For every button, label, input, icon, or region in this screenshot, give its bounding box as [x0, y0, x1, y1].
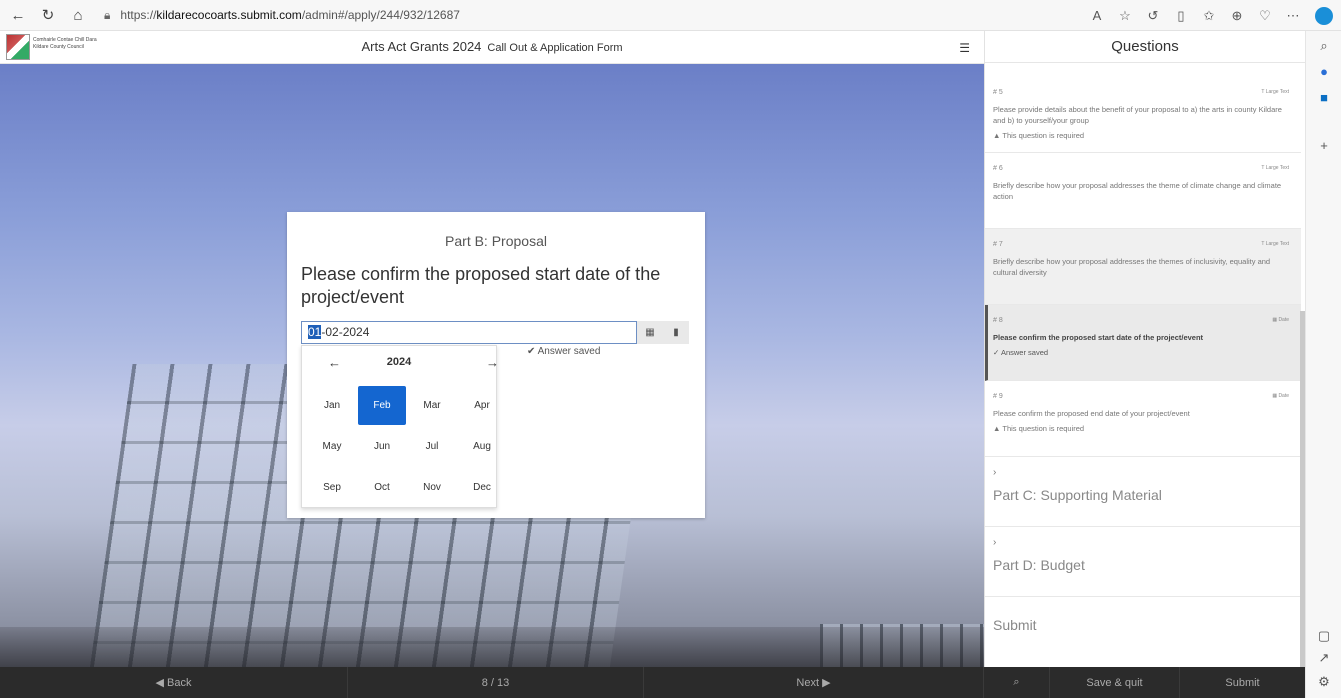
month-dec[interactable]: Dec [458, 468, 506, 507]
question-item-9[interactable]: # 9 ▦ Date Please confirm the proposed e… [985, 381, 1301, 457]
app-header: Comhairle Contae Chill Dara Kildare Coun… [0, 31, 984, 64]
month-may[interactable]: May [308, 427, 356, 466]
sidebar-toggle-icon[interactable]: ▢ [1315, 627, 1333, 645]
shopping-icon[interactable]: ● [1315, 63, 1333, 81]
date-input[interactable]: 01-02-2024 [301, 321, 637, 344]
collections-icon[interactable]: ⊕ [1223, 8, 1251, 24]
month-jan[interactable]: Jan [308, 386, 356, 425]
large-text-icon: T Large Text [1261, 241, 1289, 247]
next-button[interactable]: Next ▶ [644, 667, 984, 698]
settings-gear-icon[interactable]: ⚙ [1315, 673, 1333, 691]
month-aug[interactable]: Aug [458, 427, 506, 466]
favorite-star-icon[interactable]: ☆ [1111, 8, 1139, 24]
questions-panel: Questions # 5 T Large Text Please provid… [984, 31, 1305, 667]
check-icon: ✓ Answer saved [993, 348, 1049, 357]
question-item-6[interactable]: # 6 T Large Text Briefly describe how yo… [985, 153, 1301, 229]
month-nov[interactable]: Nov [408, 468, 456, 507]
progress-indicator: 8 / 13 [348, 667, 644, 698]
footer-bar: ◀ Back 8 / 13 Next ▶ ⌕ Save & quit Submi… [0, 667, 1305, 698]
lock-icon: 🔒︎ [104, 7, 111, 22]
home-icon[interactable]: ⌂ [66, 3, 90, 27]
month-picker: ← 2024 → Jan Feb Mar Apr May Jun Jul Aug Sep Oct N… [301, 345, 499, 509]
month-jun[interactable]: Jun [358, 427, 406, 466]
warning-icon: ▲ This question is required [993, 424, 1085, 433]
section-part-c[interactable]: › Part C: Supporting Material [985, 457, 1301, 527]
scrollbar[interactable] [1300, 311, 1305, 667]
month-mar[interactable]: Mar [408, 386, 456, 425]
address-bar[interactable]: 🔒︎ https://kildarecocoarts.submit.com/ad… [104, 4, 804, 26]
warning-icon: ▲ This question is required [993, 131, 1085, 140]
next-year-icon[interactable]: → [486, 355, 499, 370]
url-host: kildarecocoarts.submit.com [156, 8, 302, 22]
url-prefix: https:// [120, 8, 157, 22]
date-icon: ▦ Date [1272, 317, 1289, 323]
submit-section[interactable]: Submit [985, 597, 1301, 647]
chevron-right-icon: › [993, 467, 997, 478]
large-text-icon: T Large Text [1261, 89, 1289, 95]
date-day-selection: 01 [308, 325, 322, 339]
performance-icon[interactable]: ♡ [1251, 8, 1279, 24]
back-button[interactable]: ◀ Back [0, 667, 348, 698]
questions-list: # 5 T Large Text Please provide details … [985, 77, 1301, 647]
picker-year[interactable]: 2024 [302, 356, 496, 368]
question-item-5[interactable]: # 5 T Large Text Please provide details … [985, 77, 1301, 153]
month-feb[interactable]: Feb [358, 386, 406, 425]
trash-icon[interactable]: ▮ [663, 321, 689, 344]
external-link-icon[interactable]: ↗ [1315, 649, 1333, 667]
browser-toolbar: ← ↻ ⌂ 🔒︎ https://kildarecocoarts.submit.… [0, 0, 1341, 31]
month-apr[interactable]: Apr [458, 386, 506, 425]
question-text: Please confirm the proposed start date o… [301, 264, 661, 307]
search-icon[interactable]: ⌕ [984, 667, 1050, 698]
search-icon[interactable]: ⌕ [1315, 37, 1333, 55]
back-arrow-icon[interactable]: ← [6, 3, 30, 27]
add-icon[interactable]: + [1315, 137, 1333, 155]
list-menu-icon[interactable]: ☰ [959, 41, 970, 55]
question-card: Part B: Proposal Please confirm the prop… [287, 212, 705, 518]
question-item-7[interactable]: # 7 T Large Text Briefly describe how yo… [985, 229, 1301, 305]
calendar-icon[interactable]: ▦ [637, 321, 663, 344]
favorites-icon[interactable]: ✩ [1195, 8, 1223, 24]
refresh-icon[interactable]: ↻ [36, 3, 60, 27]
large-text-icon: T Large Text [1261, 165, 1289, 171]
month-grid: Jan Feb Mar Apr May Jun Jul Aug Sep Oct Nov Dec [308, 386, 491, 509]
more-menu-icon[interactable]: ⋯ [1279, 8, 1307, 24]
split-screen-icon[interactable]: ▯ [1167, 8, 1195, 24]
section-title: Part B: Proposal [445, 233, 547, 249]
section-part-d[interactable]: › Part D: Budget [985, 527, 1301, 597]
month-sep[interactable]: Sep [308, 468, 356, 507]
month-jul[interactable]: Jul [408, 427, 456, 466]
url-path: /admin#/apply/244/932/12687 [301, 8, 460, 22]
save-quit-button[interactable]: Save & quit [1050, 667, 1180, 698]
date-icon: ▦ Date [1272, 393, 1289, 399]
questions-title: Questions [985, 31, 1305, 63]
browser-sidebar: ⌕ ● ■ + ▢ ↗ ⚙ [1305, 31, 1341, 698]
submit-button[interactable]: Submit [1180, 667, 1305, 698]
read-aloud-icon[interactable]: A [1083, 8, 1111, 23]
chevron-right-icon: › [993, 537, 997, 548]
outlook-icon[interactable]: ■ [1315, 89, 1333, 107]
copilot-icon[interactable] [1315, 6, 1333, 25]
saved-status: ✔ Answer saved [527, 346, 601, 357]
date-rest: -02-2024 [321, 325, 370, 339]
month-oct[interactable]: Oct [358, 468, 406, 507]
extension-icon[interactable]: ↺ [1139, 8, 1167, 24]
page-title: Arts Act Grants 2024 Call Out & Applicati… [361, 39, 623, 54]
question-item-8[interactable]: # 8 ▦ Date Please confirm the proposed s… [985, 305, 1301, 381]
